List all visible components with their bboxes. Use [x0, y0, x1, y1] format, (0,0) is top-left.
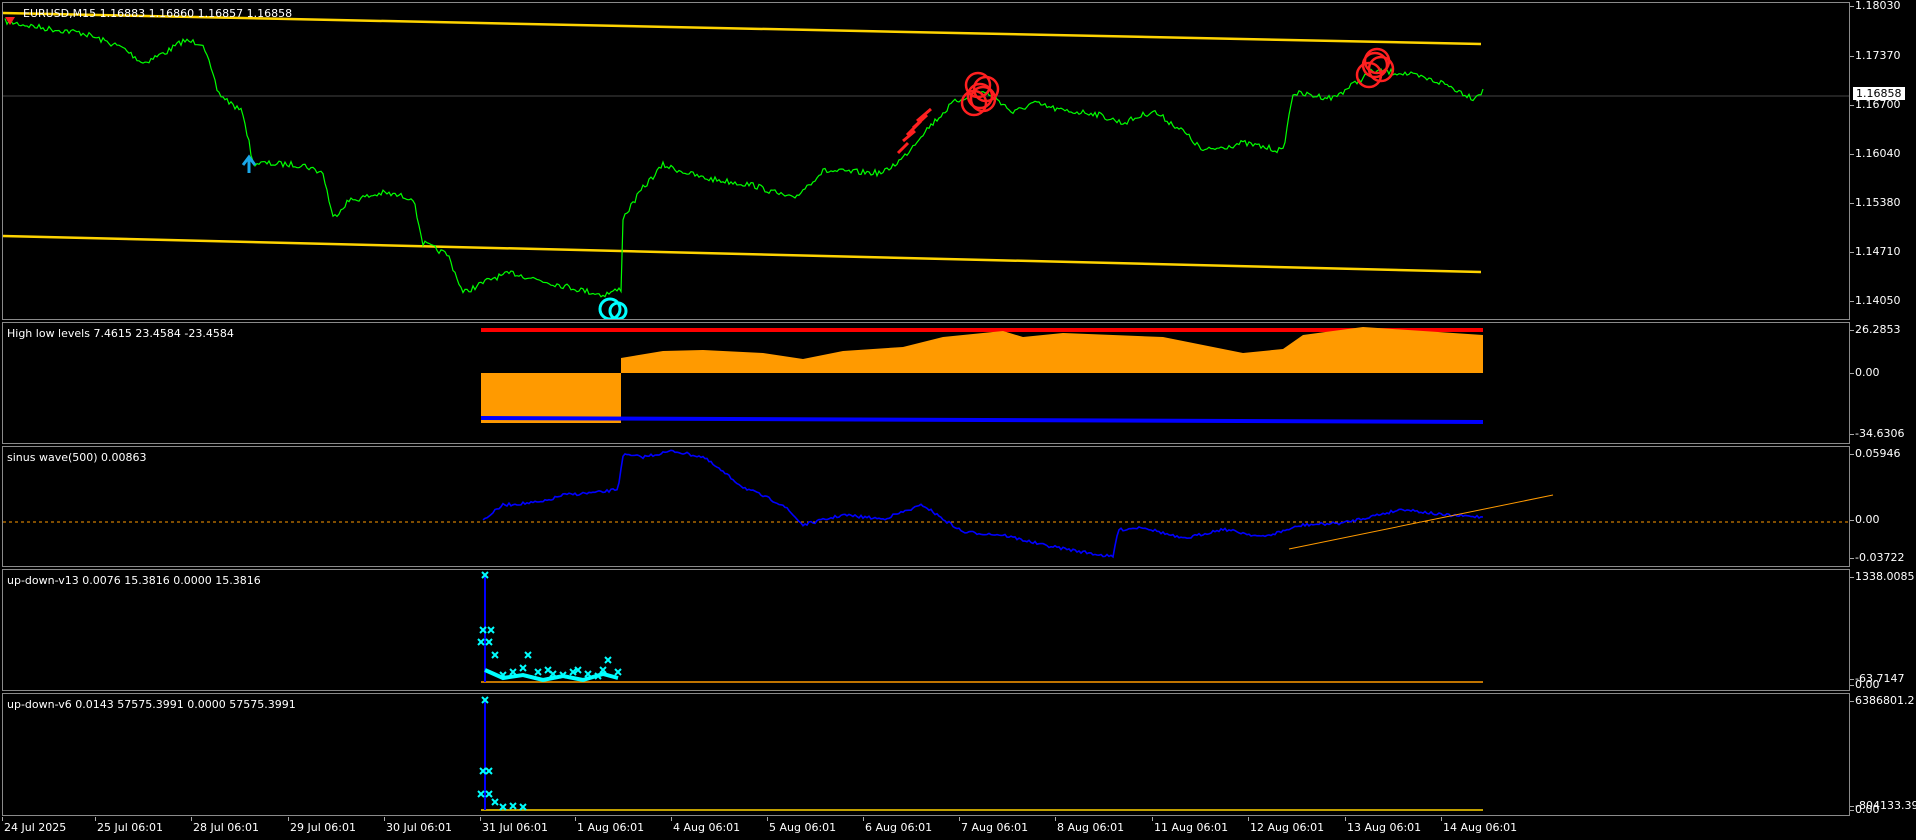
- up-down-v13-canvas: [477, 571, 1483, 683]
- up-down-v6-tick: 6386801.2: [1850, 694, 1915, 707]
- up-down-v13-tick: 1338.0085: [1850, 570, 1915, 583]
- sinus-tick: -0.03722: [1849, 551, 1905, 564]
- channel-lower-line: [3, 234, 1482, 274]
- price-tick: 1.16040: [1850, 147, 1901, 160]
- sinus-axis: 0.05946 0.00 -0.03722: [1849, 446, 1916, 567]
- low-level-line: [480, 416, 1484, 424]
- cross-marker: [509, 802, 517, 810]
- price-tick: 1.14710: [1850, 245, 1901, 258]
- date-tick: 29 Jul 06:01: [288, 817, 356, 834]
- up-down-v6-label: up-down-v6 0.0143 57575.3991 0.0000 5757…: [7, 698, 296, 711]
- date-tick: 25 Jul 06:01: [95, 817, 163, 834]
- high-low-tick: 26.2853: [1850, 323, 1901, 336]
- price-chart-pane[interactable]: EURUSD,M15 1.16883 1.16860 1.16857 1.168…: [2, 2, 1850, 320]
- high-low-levels-canvas: [480, 327, 1484, 424]
- cross-marker: [519, 664, 527, 672]
- cross-marker: [485, 638, 493, 646]
- up-down-v13-axis: 1338.0085 -63.7147 0.00: [1849, 569, 1916, 691]
- date-tick: 4 Aug 06:01: [670, 817, 741, 834]
- date-tick: 6 Aug 06:01: [862, 817, 933, 834]
- histogram-negative: [481, 373, 621, 423]
- date-tick: 30 Jul 06:01: [384, 817, 452, 834]
- up-down-v6-pane[interactable]: up-down-v6 0.0143 57575.3991 0.0000 5757…: [2, 693, 1850, 816]
- cross-marker: [604, 656, 612, 664]
- date-tick: 7 Aug 06:01: [958, 817, 1029, 834]
- date-tick: 12 Aug 06:01: [1247, 817, 1325, 834]
- current-price-badge: 1.16858: [1853, 87, 1905, 100]
- cross-marker: [485, 790, 493, 798]
- date-tick: 28 Jul 06:01: [191, 817, 259, 834]
- date-tick: 8 Aug 06:01: [1054, 817, 1125, 834]
- date-tick: 11 Aug 06:01: [1151, 817, 1229, 834]
- cross-marker: [519, 803, 527, 811]
- cross-marker: [524, 651, 532, 659]
- up-down-v6-canvas: [477, 696, 1483, 811]
- sinus-tick: 0.05946: [1850, 447, 1901, 460]
- up-down-v6-axis: 6386801.2 -804133.39 0.00: [1849, 693, 1916, 816]
- price-tick: 1.15380: [1850, 196, 1901, 209]
- cross-marker: [477, 638, 485, 646]
- high-low-levels-label: High low levels 7.4615 23.4584 -23.4584: [7, 327, 234, 340]
- cross-marker: [491, 798, 499, 806]
- cross-marker: [477, 790, 485, 798]
- cross-marker: [487, 626, 495, 634]
- high-low-tick: -34.6306: [1849, 427, 1905, 440]
- high-low-tick: 0.00: [1850, 366, 1880, 379]
- up-down-v13-tick: 0.00: [1850, 678, 1880, 691]
- date-tick: 1 Aug 06:01: [574, 817, 645, 834]
- trend-line: [1288, 494, 1554, 550]
- price-chart-canvas: [3, 11, 1849, 319]
- up-down-v6-tick: 0.00: [1850, 803, 1880, 816]
- high-low-axis: 26.2853 0.00 -34.6306: [1849, 322, 1916, 444]
- sinus-wave-line: [482, 449, 1484, 559]
- cross-marker: [534, 668, 542, 676]
- cross-marker: [499, 803, 507, 811]
- up-down-v13-label: up-down-v13 0.0076 15.3816 0.0000 15.381…: [7, 574, 261, 587]
- buy-arrow-icon: [241, 154, 257, 173]
- date-tick: 13 Aug 06:01: [1344, 817, 1422, 834]
- price-axis: 1.18030 1.17370 1.16700 1.16040 1.15380 …: [1850, 0, 1916, 320]
- price-tick: 1.14050: [1850, 294, 1901, 307]
- price-tick: 1.18030: [1850, 0, 1901, 12]
- cross-marker: [614, 668, 622, 676]
- sinus-wave-canvas: [3, 449, 1849, 559]
- cross-marker: [509, 668, 517, 676]
- price-tick: 1.16700: [1850, 98, 1901, 111]
- date-tick: 24 Jul 2025: [1, 817, 67, 834]
- sinus-tick: 0.00: [1850, 513, 1880, 526]
- price-tick: 1.17370: [1850, 49, 1901, 62]
- sinus-wave-pane[interactable]: sinus wave(500) 0.00863: [2, 446, 1850, 567]
- symbol-title: EURUSD,M15 1.16883 1.16860 1.16857 1.168…: [23, 7, 293, 20]
- up-down-v13-pane[interactable]: up-down-v13 0.0076 15.3816 0.0000 15.381…: [2, 569, 1850, 691]
- date-tick: 5 Aug 06:01: [766, 817, 837, 834]
- cross-marker: [485, 767, 493, 775]
- cross-marker: [491, 651, 499, 659]
- date-tick: 31 Jul 06:01: [480, 817, 548, 834]
- date-tick: 14 Aug 06:01: [1440, 817, 1518, 834]
- high-low-levels-pane[interactable]: High low levels 7.4615 23.4584 -23.4584: [2, 322, 1850, 444]
- sinus-wave-label: sinus wave(500) 0.00863: [7, 451, 147, 464]
- histogram-positive: [621, 327, 1483, 373]
